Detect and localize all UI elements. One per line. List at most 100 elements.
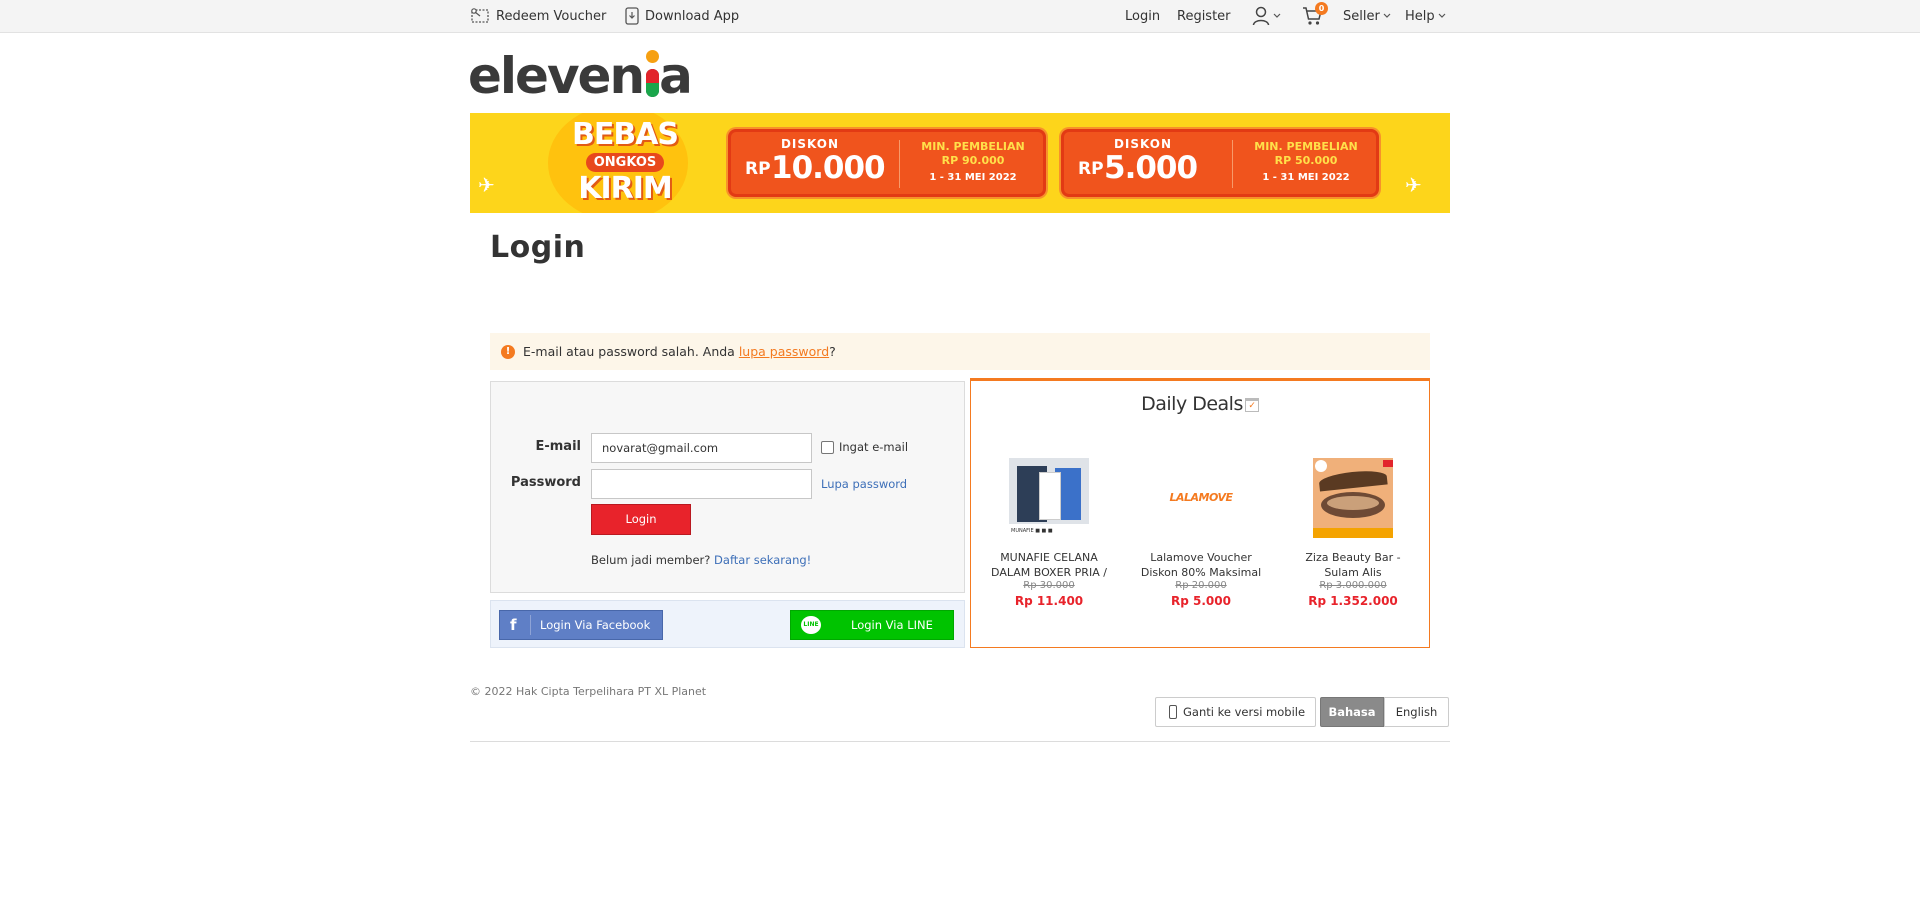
remember-email-checkbox[interactable]: Ingat e-mail (821, 440, 908, 454)
login-error-alert: ! E-mail atau password salah. Anda lupa … (490, 333, 1430, 370)
voucher-currency: RP (745, 159, 771, 179)
product-image[interactable]: MUNAFIE ■ ■ ■ (1009, 458, 1089, 538)
free-shipping-line3: KIRIM (578, 171, 673, 206)
deal-item[interactable]: MUNAFIE ■ ■ ■ MUNAFIE CELANA DALAM BOXER… (984, 458, 1114, 608)
help-label: Help (1405, 8, 1435, 24)
seller-label: Seller (1343, 8, 1380, 24)
deal-old-price: Rp 20.000 (1175, 580, 1227, 591)
mobile-version-button[interactable]: Ganti ke versi mobile (1155, 697, 1316, 727)
voucher-minimum: MIN. PEMBELIAN RP 90.000 (903, 140, 1043, 168)
deal-name[interactable]: Lalamove Voucher Diskon 80% Maksimal (1136, 550, 1266, 580)
cart-count-badge: 0 (1315, 2, 1328, 15)
line-login-button[interactable]: LINE Login Via LINE (790, 610, 954, 640)
footer-divider (470, 741, 1450, 742)
product-image[interactable] (1313, 458, 1393, 538)
calendar-icon: ✓ (1244, 397, 1259, 412)
checkbox-box[interactable] (821, 440, 834, 454)
deal-price: Rp 1.352.000 (1308, 594, 1398, 608)
member-prompt-text: Belum jadi member? (591, 553, 711, 567)
alert-forgot-password-link[interactable]: lupa password (739, 344, 829, 359)
voucher-min-label: MIN. PEMBELIAN (921, 140, 1025, 153)
phone-icon (1169, 705, 1177, 719)
download-app-label: Download App (645, 8, 740, 24)
copyright-text: © 2022 Hak Cipta Terpelihara PT XL Plane… (470, 685, 707, 698)
phone-download-icon (625, 7, 639, 25)
login-button[interactable]: Login (591, 504, 691, 535)
chevron-down-icon (1273, 13, 1281, 19)
voucher-currency: RP (1078, 159, 1104, 179)
voucher-period: 1 - 31 MEI 2022 (1262, 172, 1350, 183)
facebook-login-button[interactable]: f Login Via Facebook (499, 610, 663, 640)
user-icon (1252, 6, 1270, 26)
voucher-period: 1 - 31 MEI 2022 (929, 172, 1017, 183)
deal-price: Rp 5.000 (1171, 594, 1231, 608)
line-login-label: Login Via LINE (851, 618, 933, 632)
login-form: E-mail Ingat e-mail Password Lupa passwo… (490, 381, 965, 593)
deal-item[interactable]: Ziza Beauty Bar - Sulam Alis Rp 3.000.00… (1288, 458, 1418, 608)
discount-voucher: DISKON RP 10.000 MIN. PEMBELIAN RP 90.00… (728, 129, 1046, 197)
forgot-password-link[interactable]: Lupa password (821, 477, 907, 491)
register-now-link[interactable]: Daftar sekarang! (714, 553, 811, 567)
download-app-link[interactable]: Download App (625, 0, 739, 32)
deal-old-price: Rp 30.000 (1023, 580, 1075, 591)
exclamation-icon: ! (501, 344, 515, 359)
chevron-down-icon (1438, 13, 1446, 19)
voucher-min-label: MIN. PEMBELIAN (1254, 140, 1358, 153)
voucher-label: DISKON (1113, 137, 1173, 151)
password-field[interactable] (591, 469, 812, 499)
voucher-min-amount: RP 50.000 (1274, 154, 1338, 167)
daily-deals-title-text: Daily Deals (1141, 393, 1243, 415)
email-field[interactable] (591, 433, 812, 463)
free-shipping-line1: BEBAS (571, 117, 679, 152)
line-icon: LINE (801, 616, 821, 634)
help-menu[interactable]: Help (1405, 0, 1446, 32)
redeem-voucher-link[interactable]: Redeem Voucher (470, 0, 606, 32)
topbar-register-link[interactable]: Register (1177, 0, 1231, 32)
seller-menu[interactable]: Seller (1343, 0, 1391, 32)
page-title: Login (490, 230, 586, 265)
voucher-scissors-icon (470, 7, 490, 25)
chevron-down-icon (1383, 13, 1391, 19)
deal-name[interactable]: Ziza Beauty Bar - Sulam Alis (1288, 550, 1418, 580)
deal-item[interactable]: LALAMOVE Lalamove Voucher Diskon 80% Mak… (1136, 458, 1266, 608)
plane-icon: ✈ (478, 173, 495, 197)
alert-suffix: ? (829, 344, 836, 359)
alert-message: E-mail atau password salah. Anda (523, 344, 735, 359)
register-prompt: Belum jadi member? Daftar sekarang! (591, 553, 811, 567)
deal-price: Rp 11.400 (1014, 594, 1084, 608)
deal-old-price: Rp 3.000.000 (1319, 580, 1387, 591)
voucher-amount: 5.000 (1104, 150, 1198, 186)
voucher-min-amount: RP 90.000 (941, 154, 1005, 167)
account-menu[interactable] (1252, 0, 1281, 32)
password-label: Password (510, 475, 581, 490)
redeem-voucher-label: Redeem Voucher (496, 8, 607, 24)
product-image[interactable]: LALAMOVE (1161, 458, 1241, 538)
social-login-panel: f Login Via Facebook LINE Login Via LINE (490, 600, 965, 648)
logo-i-mark (643, 50, 660, 102)
elevenia-logo[interactable]: eleven a (468, 47, 693, 105)
free-shipping-text: BEBAS ONGKOS KIRIM (570, 119, 680, 206)
daily-deals-title: Daily Deals ✓ (971, 393, 1429, 415)
email-label: E-mail (535, 439, 581, 454)
language-bahasa-button[interactable]: Bahasa (1320, 697, 1384, 727)
language-english-button[interactable]: English (1384, 697, 1449, 727)
top-bar: Redeem Voucher Download App Login Regist… (0, 0, 1920, 33)
promo-banner[interactable]: ✈ ✈ BEBAS ONGKOS KIRIM DISKON RP 10.000 … (470, 113, 1450, 213)
logo-text-start: eleven (468, 47, 645, 105)
voucher-amount: 10.000 (771, 150, 886, 186)
deal-name[interactable]: MUNAFIE CELANA DALAM BOXER PRIA / (984, 550, 1114, 580)
voucher-label: DISKON (780, 137, 840, 151)
plane-icon: ✈ (1405, 173, 1422, 197)
logo-text-end: a (659, 47, 693, 105)
remember-email-label: Ingat e-mail (839, 440, 909, 454)
free-shipping-line2: ONGKOS (585, 153, 665, 172)
voucher-minimum: MIN. PEMBELIAN RP 50.000 (1236, 140, 1376, 168)
facebook-login-label: Login Via Facebook (540, 618, 651, 632)
discount-voucher: DISKON RP 5.000 MIN. PEMBELIAN RP 50.000… (1061, 129, 1379, 197)
facebook-icon: f (510, 616, 517, 634)
mobile-version-label: Ganti ke versi mobile (1183, 705, 1306, 719)
daily-deals-panel: Daily Deals ✓ MUNAFIE ■ ■ ■ MUNAFIE CELAN… (970, 378, 1430, 648)
lalamove-logo: LALAMOVE (1169, 491, 1233, 504)
cart-button[interactable]: 0 (1302, 0, 1328, 32)
topbar-login-link[interactable]: Login (1125, 0, 1160, 32)
